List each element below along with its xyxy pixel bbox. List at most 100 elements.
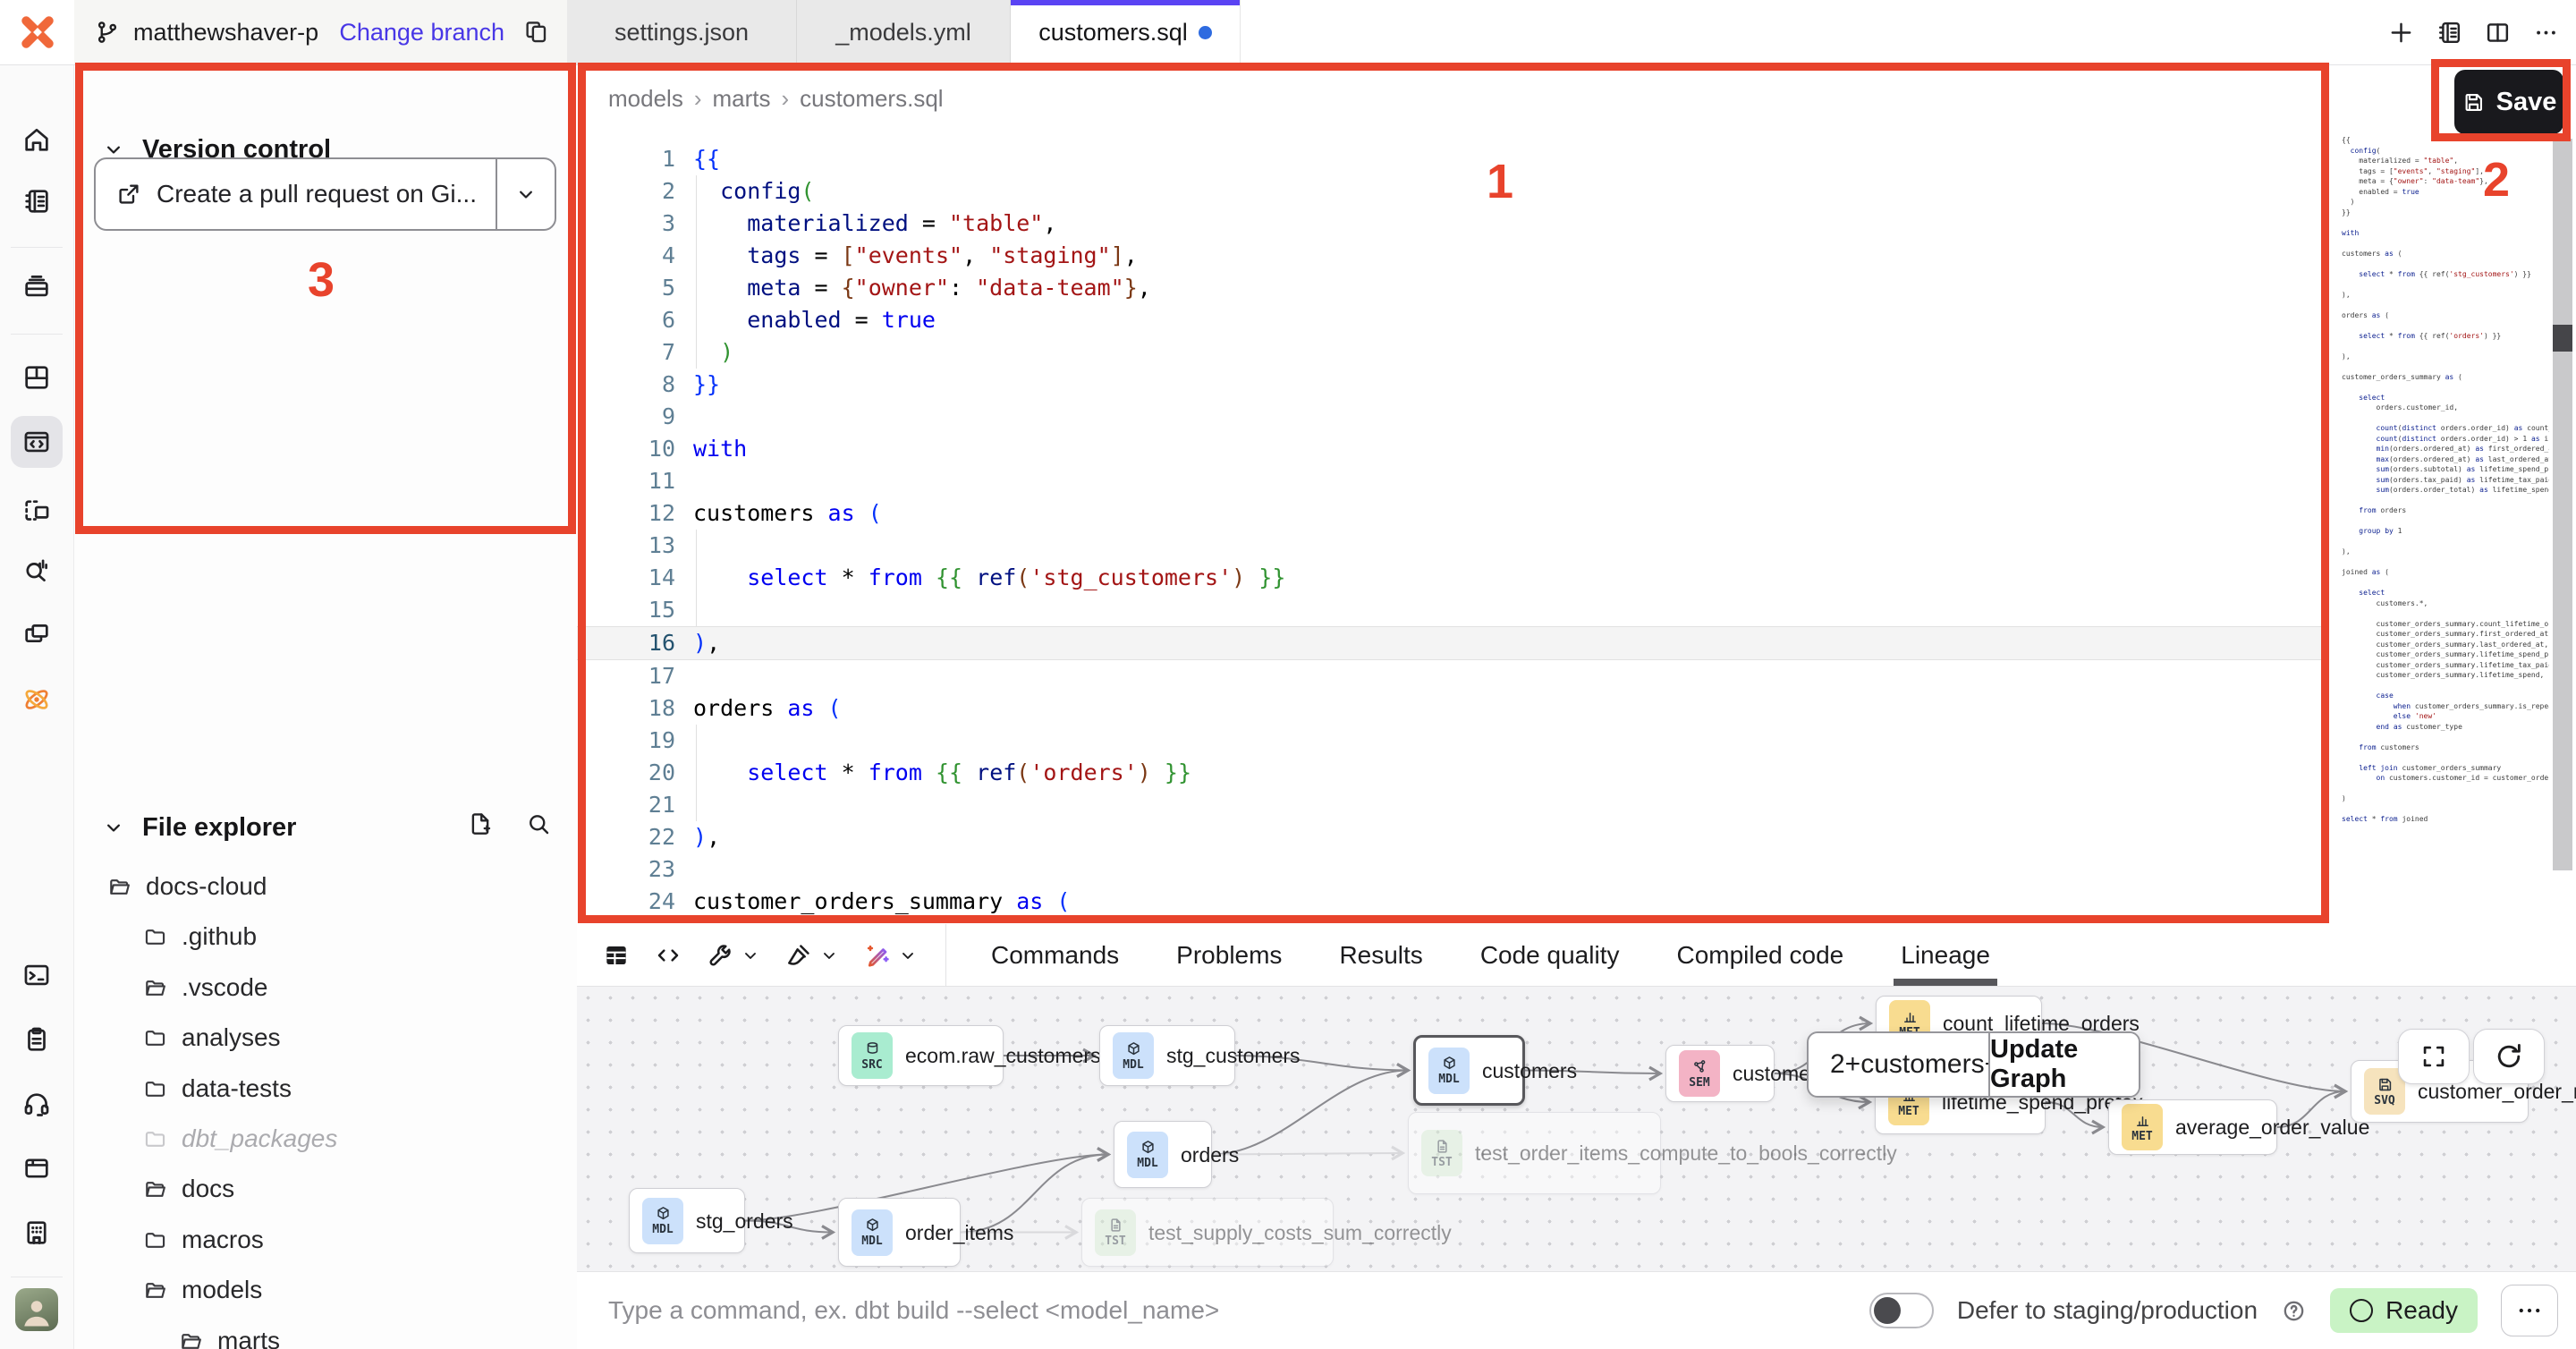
code-line-8[interactable]: 8}} <box>577 369 2322 401</box>
tree-item-dbt_packages[interactable]: dbt_packages <box>74 1114 577 1164</box>
inbox-icon[interactable] <box>11 260 63 312</box>
copy-branch-icon[interactable] <box>522 19 549 46</box>
insights-icon[interactable] <box>11 544 63 596</box>
split-view-icon[interactable] <box>2484 19 2512 47</box>
home-icon[interactable] <box>11 114 63 165</box>
code-line-4[interactable]: 4 tags = ["events", "staging"], <box>577 240 2322 272</box>
code-line-6[interactable]: 6 enabled = true <box>577 304 2322 336</box>
tree-item-docs-cloud[interactable]: docs-cloud <box>74 861 577 912</box>
refresh-graph-button[interactable] <box>2473 1029 2545 1084</box>
wand-tool-button[interactable] <box>863 941 919 970</box>
code-line-16[interactable]: 16), <box>577 626 2322 660</box>
dbt-logo[interactable] <box>0 0 74 64</box>
code-line-21[interactable]: 21 <box>577 789 2322 821</box>
code-line-24[interactable]: 24customer_orders_summary as ( <box>577 886 2322 918</box>
lineage-node-average_order_value[interactable]: METaverage_order_value <box>2108 1099 2277 1155</box>
terminal-icon[interactable] <box>11 949 63 1001</box>
clipboard-icon[interactable] <box>11 1014 63 1065</box>
update-graph-button[interactable]: Update Graph <box>1988 1033 2139 1096</box>
breadcrumb-item[interactable]: marts <box>713 85 771 113</box>
save-button[interactable]: Save <box>2454 70 2563 134</box>
code-line-3[interactable]: 3 materialized = "table", <box>577 208 2322 240</box>
ellipsis-icon[interactable] <box>2532 19 2560 47</box>
code-line-11[interactable]: 11 <box>577 465 2322 497</box>
lineage-node-orders[interactable]: MDLorders <box>1114 1121 1212 1188</box>
tree-item-analyses[interactable]: analyses <box>74 1013 577 1063</box>
code-line-13[interactable]: 13 <box>577 530 2322 562</box>
browser-icon[interactable] <box>11 1142 63 1194</box>
plus-icon[interactable] <box>2387 19 2415 47</box>
select-area-icon[interactable] <box>11 486 63 538</box>
new-file-icon[interactable] <box>466 810 494 837</box>
table-tool-button[interactable] <box>602 941 631 970</box>
lineage-node-order_items[interactable]: MDLorder_items <box>838 1198 961 1267</box>
create-pr-button[interactable]: Create a pull request on Gi... <box>94 157 556 231</box>
code-editor-icon[interactable] <box>11 416 63 468</box>
lineage-node-tst1[interactable]: TSTtest_order_items_compute_to_bools_cor… <box>1408 1112 1661 1194</box>
code-line-18[interactable]: 18orders as ( <box>577 692 2322 725</box>
grid-icon[interactable] <box>11 352 63 403</box>
code-line-20[interactable]: 20 select * from {{ ref('orders') }} <box>577 757 2322 789</box>
lineage-node-tst2[interactable]: TSTtest_supply_costs_sum_correctly <box>1081 1198 1334 1267</box>
code-line-1[interactable]: 1{{ <box>577 143 2322 175</box>
search-icon[interactable] <box>524 810 552 837</box>
defer-toggle[interactable] <box>1869 1293 1934 1328</box>
lineage-node-customers_sem[interactable]: SEMcustomers <box>1665 1045 1775 1102</box>
headset-icon[interactable] <box>11 1078 63 1130</box>
notebook-icon[interactable] <box>11 175 63 227</box>
code-line-5[interactable]: 5 meta = {"owner": "data-team"}, <box>577 272 2322 304</box>
lineage-node-customers_mdl[interactable]: MDLcustomers <box>1413 1035 1525 1106</box>
code-line-17[interactable]: 17 <box>577 660 2322 692</box>
code-line-10[interactable]: 10with <box>577 433 2322 465</box>
panel-tab-results[interactable]: Results <box>1339 924 1422 986</box>
windows-icon[interactable] <box>11 609 63 661</box>
code-line-23[interactable]: 23 <box>577 853 2322 886</box>
code-line-7[interactable]: 7 ) <box>577 336 2322 369</box>
tree-item-.vscode[interactable]: .vscode <box>74 963 577 1013</box>
lineage-node-stg_customers[interactable]: MDLstg_customers <box>1099 1025 1235 1086</box>
breadcrumb-item[interactable]: models <box>608 85 683 113</box>
editor-scrollbar[interactable] <box>2553 139 2572 870</box>
code-line-15[interactable]: 15 <box>577 594 2322 626</box>
tree-item-docs[interactable]: docs <box>74 1164 577 1214</box>
panel-tab-code-quality[interactable]: Code quality <box>1480 924 1620 986</box>
tree-item-data-tests[interactable]: data-tests <box>74 1064 577 1114</box>
code-tool-button[interactable] <box>654 941 682 970</box>
code-line-14[interactable]: 14 select * from {{ ref('stg_customers')… <box>577 562 2322 594</box>
lineage-graph[interactable]: SRCecom.raw_customers MDLstg_customers MDL… <box>577 987 2576 1271</box>
tab-customers.sql[interactable]: customers.sql <box>1011 0 1241 64</box>
tab-settings.json[interactable]: settings.json <box>567 0 797 64</box>
lineage-node-stg_orders[interactable]: MDLstg_orders <box>629 1188 745 1253</box>
tree-item-marts[interactable]: marts <box>74 1316 577 1349</box>
minimap[interactable]: {{ config( materialized = "table", tags … <box>2342 135 2549 924</box>
help-icon[interactable] <box>2281 1298 2307 1324</box>
change-branch-link[interactable]: Change branch <box>339 19 504 47</box>
wrench-tool-button[interactable] <box>706 941 761 970</box>
lineage-node-raw_customers[interactable]: SRCecom.raw_customers <box>838 1025 1004 1086</box>
command-input[interactable] <box>608 1296 1869 1325</box>
more-options-button[interactable] <box>2501 1285 2558 1336</box>
code-line-12[interactable]: 12customers as ( <box>577 497 2322 530</box>
notebook-icon[interactable] <box>2436 19 2463 47</box>
panel-tab-lineage[interactable]: Lineage <box>1901 924 1990 986</box>
fullscreen-button[interactable] <box>2398 1029 2470 1084</box>
lineage-selector-input[interactable] <box>1809 1033 1988 1096</box>
atom-icon[interactable] <box>11 674 63 725</box>
breadcrumb-item[interactable]: customers.sql <box>800 85 943 113</box>
broom-tool-button[interactable] <box>784 941 840 970</box>
scrollbar-thumb[interactable] <box>2553 325 2572 352</box>
tree-item-.github[interactable]: .github <box>74 912 577 962</box>
code-line-19[interactable]: 19 <box>577 725 2322 757</box>
tree-item-models[interactable]: models <box>74 1265 577 1315</box>
code-line-22[interactable]: 22), <box>577 821 2322 853</box>
panel-tab-compiled-code[interactable]: Compiled code <box>1676 924 1843 986</box>
user-avatar[interactable] <box>15 1288 58 1331</box>
code-area[interactable]: 1{{2 config(3 materialized = "table",4 t… <box>577 143 2322 918</box>
tab-_models.yml[interactable]: _models.yml <box>797 0 1011 64</box>
panel-tab-commands[interactable]: Commands <box>991 924 1119 986</box>
building-icon[interactable] <box>11 1207 63 1259</box>
create-pr-button-main[interactable]: Create a pull request on Gi... <box>96 159 496 229</box>
panel-tab-problems[interactable]: Problems <box>1176 924 1282 986</box>
code-line-9[interactable]: 9 <box>577 401 2322 433</box>
tree-item-macros[interactable]: macros <box>74 1215 577 1265</box>
